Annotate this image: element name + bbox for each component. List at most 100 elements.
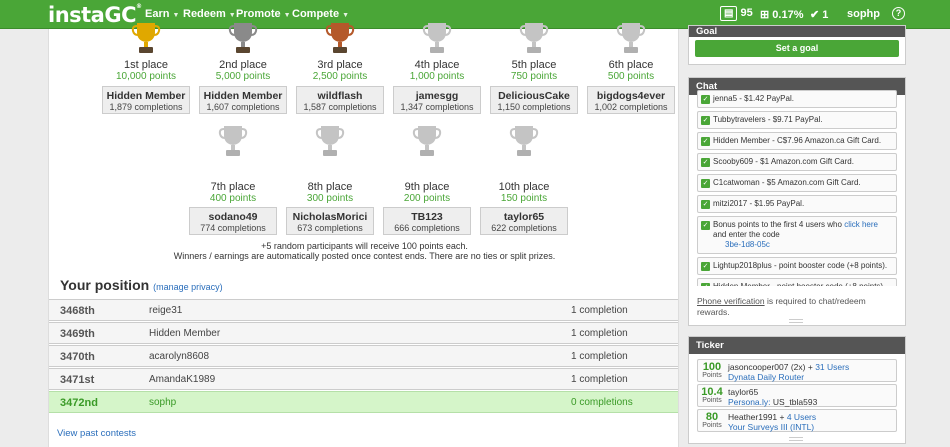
winner-name: wildflash [317, 90, 363, 102]
percent-stat[interactable]: ⊞ 0.17% [760, 8, 803, 21]
users-link[interactable]: 4 Users [787, 412, 816, 422]
username: AmandaK1989 [149, 374, 216, 385]
table-row[interactable]: 3470th acarolyn8608 1 completion [49, 345, 678, 367]
gift-card-icon: ✓ [701, 262, 710, 271]
gift-card-icon: ✓ [701, 283, 710, 286]
chevron-down-icon: ▼ [342, 12, 349, 19]
ticker-panel: Ticker 100 Points jasoncooper007 (2x) + 31… [688, 336, 906, 444]
bonus-code[interactable]: 3be-1d8-05c [725, 240, 770, 249]
username: sophp [149, 397, 177, 408]
place-label: 5th place [511, 59, 557, 71]
random-winners-note: +5 random participants will receive 100 … [261, 241, 468, 251]
winner-completions: 673 completions [297, 223, 363, 233]
prize-points: 200 points [403, 193, 451, 204]
chevron-down-icon: ▼ [172, 12, 180, 19]
winner-card[interactable]: NicholasMorici 673 completions [286, 207, 374, 235]
set-goal-button[interactable]: Set a goal [695, 40, 899, 57]
points-counter[interactable]: ▤ 95 [720, 6, 753, 21]
chat-message: ✓Hidden Member - point booster code (+8 … [697, 278, 897, 286]
winner-card[interactable]: TB123 666 completions [383, 207, 471, 235]
ticker-item[interactable]: 80 Points Heather1991 + 4 Users Your Survey… [697, 409, 897, 432]
winner-name: NicholasMorici [292, 211, 368, 223]
ticker-item[interactable]: 100 Points jasoncooper007 (2x) + 31 Users D… [697, 359, 897, 382]
completion-count: 1 completion [571, 351, 628, 362]
phone-verification-link[interactable]: Phone verification [697, 296, 765, 306]
trophy-icon [519, 21, 549, 58]
prize-points: 750 points [510, 71, 558, 82]
winner-card[interactable]: wildflash 1,587 completions [296, 86, 384, 114]
ticker-user: taylor65 [728, 387, 759, 397]
place-label: 2nd place [219, 59, 267, 71]
nav-compete[interactable]: Compete ▼ [292, 8, 349, 20]
place-label: 8th place [307, 181, 353, 193]
table-row[interactable]: 3469th Hidden Member 1 completion [49, 322, 678, 344]
ticker-offer[interactable]: Persona.ly: US_tbla593 [728, 397, 817, 407]
winner-completions: 1,347 completions [400, 102, 474, 112]
winner-completions: 1,587 completions [303, 102, 377, 112]
winner-name: Hidden Member [203, 90, 283, 102]
chat-message: ✓ mitzi2017 - $1.95 PayPal. [697, 195, 897, 213]
winner-card[interactable]: sodano49 774 completions [189, 207, 277, 235]
gift-card-icon: ✓ [701, 179, 710, 188]
gift-card-icon: ✓ [701, 95, 710, 104]
chat-message: ✓ Bonus points to the first 4 users who c… [697, 216, 897, 254]
winner-completions: 1,879 completions [109, 102, 183, 112]
trophy-icon [131, 21, 161, 58]
chat-message: ✓ Tubbytravelers - $9.71 PayPal. [697, 111, 897, 129]
winner-card[interactable]: jamesgg 1,347 completions [393, 86, 481, 114]
my-rank-row[interactable]: 3472nd sophp 0 completions [49, 391, 678, 413]
trophy-icon [422, 21, 452, 58]
nav-earn[interactable]: Earn ▼ [145, 8, 179, 20]
prize-points: 10,000 points [115, 71, 177, 82]
resize-handle[interactable] [789, 437, 803, 441]
nav-promote[interactable]: Promote ▼ [236, 8, 291, 20]
points-icon: ▤ [720, 6, 738, 21]
users-link[interactable]: 31 Users [815, 362, 849, 372]
chat-messages[interactable]: ✓ jenna5 - $1.42 PayPal. ✓ Tubbytravelers -… [697, 90, 897, 286]
winner-completions: 774 completions [200, 223, 266, 233]
rank: 3472nd [60, 397, 98, 409]
ticker-item[interactable]: 10.4 Points taylor65 Persona.ly: US_tbla593 [697, 384, 897, 407]
user-menu[interactable]: sophp [847, 8, 880, 20]
table-row[interactable]: 3471st AmandaK1989 1 completion [49, 368, 678, 390]
completion-count: 0 completions [571, 397, 633, 408]
chevron-down-icon: ▼ [283, 12, 291, 19]
winner-completions: 666 completions [394, 223, 460, 233]
phone-verification-note: Phone verification is required to chat/r… [697, 296, 866, 317]
trophy-icon [228, 21, 258, 58]
payout-note: Winners / earnings are automatically pos… [173, 251, 556, 261]
nav-redeem[interactable]: Redeem ▼ [183, 8, 236, 20]
trophy-icon [509, 124, 539, 161]
points-label: Points [702, 397, 722, 404]
winner-name: taylor65 [503, 211, 545, 223]
completion-count: 1 completion [571, 305, 628, 316]
winner-card[interactable]: DeliciousCake 1,150 completions [490, 86, 578, 114]
trophy-icon [218, 124, 248, 161]
resize-handle[interactable] [789, 319, 803, 323]
help-icon[interactable]: ? [892, 7, 905, 20]
winner-name: jamesgg [415, 90, 459, 102]
winner-card[interactable]: taylor65 622 completions [480, 207, 568, 235]
place-label: 1st place [123, 59, 169, 71]
chat-message: ✓ Hidden Member - C$7.96 Amazon.ca Gift C… [697, 132, 897, 150]
checks-stat[interactable]: ✔ 1 [810, 8, 828, 21]
manage-privacy-link[interactable]: (manage privacy) [153, 282, 223, 292]
winner-card[interactable]: bigdogs4ever 1,002 completions [587, 86, 675, 114]
prize-points: 2,500 points [312, 71, 368, 82]
table-row[interactable]: 3468th reige31 1 completion [49, 299, 678, 321]
rank: 3469th [60, 328, 95, 340]
view-past-contests-link[interactable]: View past contests [57, 428, 136, 439]
chat-message: ✓ Lightup2018plus - point booster code (+… [697, 257, 897, 275]
gift-card-icon: ✓ [701, 200, 710, 209]
place-label: 4th place [414, 59, 460, 71]
click-here-link[interactable]: click here [844, 220, 878, 229]
winner-card[interactable]: Hidden Member 1,879 completions [102, 86, 190, 114]
chevron-down-icon: ▼ [228, 12, 236, 19]
instagc-logo[interactable]: instaGC® [48, 3, 142, 27]
trophy-icon [315, 124, 345, 161]
ticker-offer[interactable]: Dynata Daily Router [728, 372, 804, 382]
ticker-offer[interactable]: Your Surveys III (INTL) [728, 422, 814, 432]
winner-card[interactable]: Hidden Member 1,607 completions [199, 86, 287, 114]
points-label: Points [702, 422, 722, 429]
username: Hidden Member [149, 328, 221, 339]
